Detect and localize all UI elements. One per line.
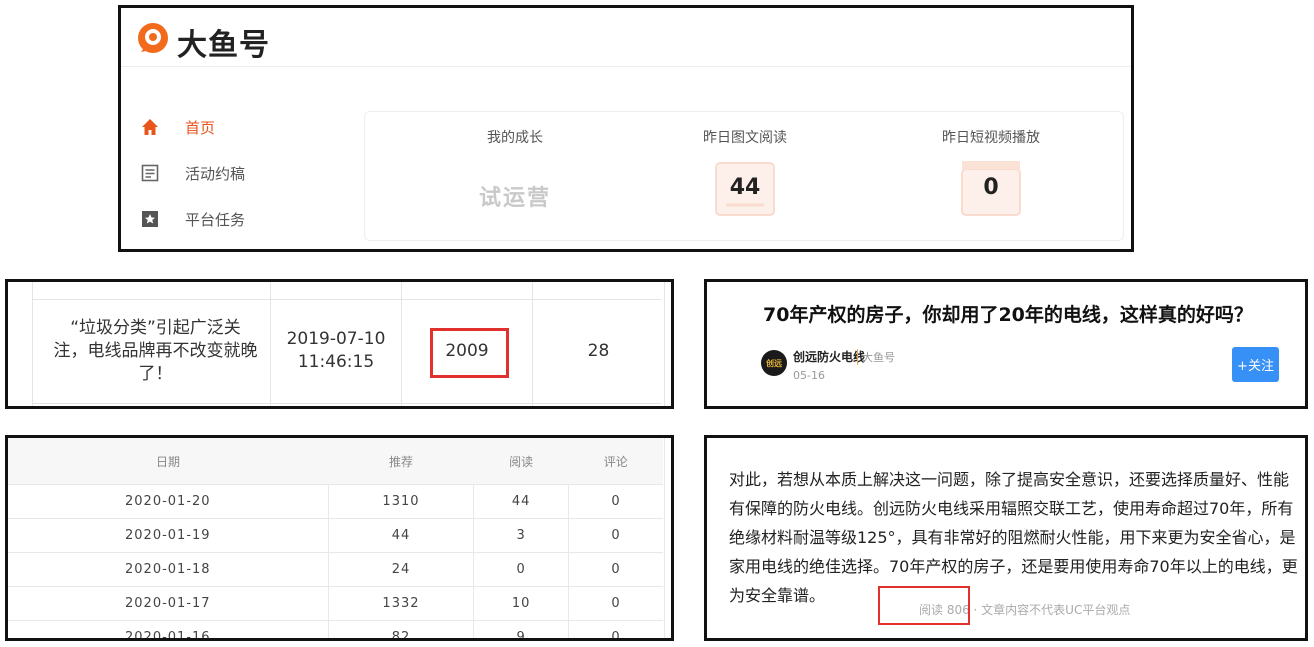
stat-value: 试运营 [478, 186, 551, 211]
table-cell: 2020-01-16 [8, 620, 329, 638]
sidebar-item-activity[interactable]: 活动约稿 [139, 150, 245, 196]
column-header: 推荐 [328, 438, 474, 485]
table-cell: 1332 [328, 586, 475, 621]
article-title: 70年产权的房子，你却用了20年的电线，这样真的好吗？ [763, 304, 1253, 326]
table-cell: 10 [473, 586, 569, 621]
divider [664, 282, 665, 406]
article-title-line: 了！ [138, 363, 173, 384]
logo-text[interactable]: 大鱼号 [177, 20, 270, 64]
table-cell: 3 [473, 518, 569, 553]
table-cell: 0 [568, 518, 663, 553]
article-reads-stat: 昨日图文阅读 44 [635, 112, 855, 240]
fish-logo-icon[interactable] [137, 22, 169, 54]
table-cell: 44 [473, 484, 569, 519]
table-cell: 0 [568, 586, 663, 621]
highlight-box [430, 328, 509, 378]
publish-date: 2019-07-10 [286, 329, 386, 349]
recommend-cell: 28 [587, 340, 610, 361]
table-cell: 82 [328, 620, 475, 638]
table-cell: 2020-01-18 [8, 552, 329, 587]
table-cell: 0 [568, 620, 663, 638]
table-cell: 0 [568, 484, 663, 519]
article-title-cell[interactable]: “垃圾分类”引起广泛关 注，电线品牌再不改变就晚 了！ [48, 301, 263, 401]
table-cell: 9 [473, 620, 569, 638]
divider [33, 299, 661, 300]
article-row-panel: “垃圾分类”引起广泛关 注，电线品牌再不改变就晚 了！ 2019-07-10 1… [5, 279, 674, 409]
sidebar-item-label: 活动约稿 [185, 164, 246, 183]
stat-label: 我的成长 [487, 130, 543, 146]
sidebar-item-label: 平台任务 [185, 210, 246, 229]
table-row: 2020-01-18 24 0 0 [8, 552, 663, 587]
publish-time: 11:46:15 [297, 352, 375, 372]
article-header-panel: 70年产权的房子，你却用了20年的电线，这样真的好吗？ 创远 创远防火电线 大鱼… [704, 279, 1308, 409]
stat-value: 44 [729, 175, 761, 200]
column-header: 评论 [568, 438, 663, 485]
sidebar-nav: 首页 活动约稿 平台任务 [139, 104, 245, 242]
column-header: 日期 [8, 438, 329, 485]
avatar-text: 创远 [766, 358, 782, 368]
divider [664, 438, 665, 638]
divider [33, 403, 661, 404]
table-cell: 1310 [328, 484, 475, 519]
article-paragraph: 对此，若想从本质上解决这一问题，除了提高安全意识，还要选择质量好、性能有保障的防… [729, 470, 1298, 605]
stat-label: 昨日短视频播放 [942, 130, 1040, 146]
table-cell: 2020-01-19 [8, 518, 329, 553]
home-icon [139, 116, 161, 138]
top-bar: 大鱼号 [121, 8, 1131, 67]
table-row: 2020-01-16 82 9 0 [8, 620, 663, 638]
table-row: 2020-01-20 1310 44 0 [8, 484, 663, 519]
stats-table: 日期 推荐 阅读 评论 2020-01-20 1310 44 0 2020-01… [8, 438, 663, 638]
table-cell: 0 [568, 552, 663, 587]
stats-table-panel: 日期 推荐 阅读 评论 2020-01-20 1310 44 0 2020-01… [5, 435, 674, 641]
stat-label: 昨日图文阅读 [703, 130, 787, 146]
table-cell: 2020-01-17 [8, 586, 329, 621]
article-title-line: 注，电线品牌再不改变就晚 [53, 340, 258, 361]
growth-stat: 我的成长 试运营 [405, 112, 625, 240]
publish-time-cell: 2019-07-10 11:46:15 [271, 301, 401, 401]
table-cell: 0 [473, 552, 569, 587]
divider [32, 282, 33, 406]
follow-button[interactable]: +关注 [1232, 347, 1279, 382]
table-cell: 24 [328, 552, 475, 587]
platform-label: 大鱼号 [857, 349, 895, 365]
dashboard-panel: 大鱼号 首页 活动约稿 平台任务 我的成长 试运营 昨日图文阅读 44 昨日短视… [118, 5, 1134, 252]
document-list-icon [139, 162, 161, 184]
article-title-line: “垃圾分类”引起广泛关 [70, 317, 241, 338]
highlight-box [878, 586, 970, 625]
author-name[interactable]: 创远防火电线 [793, 348, 865, 365]
table-cell: 44 [328, 518, 475, 553]
publish-date: 05-16 [793, 369, 825, 382]
table-header-row: 日期 推荐 阅读 评论 [8, 438, 663, 485]
star-bookmark-icon [139, 208, 161, 230]
table-row: 2020-01-17 1332 10 0 [8, 586, 663, 621]
table-row: 2020-01-19 44 3 0 [8, 518, 663, 553]
article-body-panel: 对此，若想从本质上解决这一问题，除了提高安全意识，还要选择质量好、性能有保障的防… [704, 435, 1308, 641]
video-plays-stat: 昨日短视频播放 0 [881, 112, 1101, 240]
table-cell: 2020-01-20 [8, 484, 329, 519]
stats-card: 我的成长 试运营 昨日图文阅读 44 昨日短视频播放 0 [364, 111, 1124, 241]
stat-value: 0 [983, 175, 999, 200]
avatar[interactable]: 创远 [761, 350, 787, 376]
sidebar-item-home[interactable]: 首页 [139, 104, 245, 150]
sidebar-item-label: 首页 [185, 118, 216, 137]
sidebar-item-tasks[interactable]: 平台任务 [139, 196, 245, 242]
column-header: 阅读 [473, 438, 569, 485]
